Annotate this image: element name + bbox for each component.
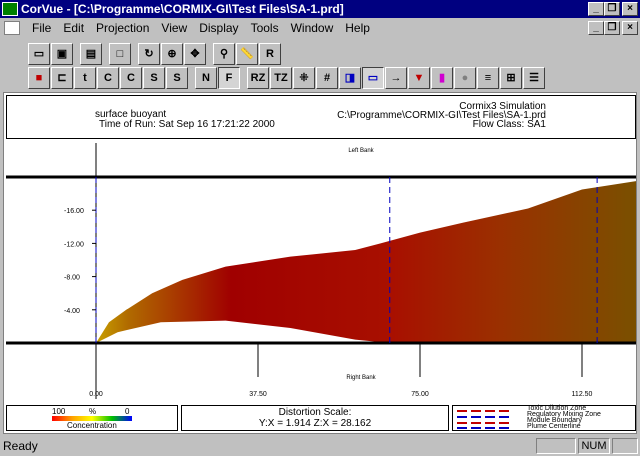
distortion-values: Y:X = 1.914 Z:X = 28.162: [258, 418, 372, 429]
zoom-in-icon[interactable]: ⊕: [161, 43, 183, 65]
y-tick-label-1: -12.00: [64, 241, 84, 248]
title-bar: CorVue - [C:\Programme\CORMIX-GI\Test Fi…: [0, 0, 640, 18]
layers-icon[interactable]: ◨: [339, 67, 361, 89]
rz-button[interactable]: RZ: [247, 67, 269, 89]
status-text: Ready: [3, 439, 38, 453]
open-icon[interactable]: ▭: [28, 43, 50, 65]
plume-area: [96, 181, 636, 343]
menu-projection[interactable]: Projection: [90, 21, 155, 35]
zone-key-box: Toxic Dilution Zone Regulatory Mixing Zo…: [452, 405, 636, 431]
save-icon[interactable]: ▣: [51, 43, 73, 65]
status-bar: Ready NUM: [0, 436, 640, 456]
status-panel-caps: [536, 438, 576, 454]
distortion-title: Distortion Scale:: [278, 407, 352, 418]
doc-restore-button[interactable]: ❐: [604, 21, 620, 35]
list-icon[interactable]: ≡: [477, 67, 499, 89]
toolbar-row-1: ▭ ▣ ▤ □ ↻ ⊕ ✥ ⚲ 📏 R: [28, 42, 282, 66]
sphere-icon[interactable]: ●: [454, 67, 476, 89]
menu-window[interactable]: Window: [285, 21, 340, 35]
far-field-button[interactable]: F: [218, 67, 240, 89]
y-tick-label-3: -4.00: [64, 308, 80, 315]
x-tick-label-0: 0.00: [89, 391, 103, 398]
coordinate-icon[interactable]: R: [259, 43, 281, 65]
arrow-icon[interactable]: →: [385, 67, 407, 89]
status-panel-num: NUM: [578, 438, 610, 454]
menu-view[interactable]: View: [155, 21, 193, 35]
flow-class: Flow Class: SA1: [472, 119, 546, 130]
x-tick-label-2: 75.00: [411, 391, 429, 398]
doc-minimize-button[interactable]: _: [588, 21, 604, 35]
window-icon[interactable]: □: [109, 43, 131, 65]
vxz-icon[interactable]: ⊞: [500, 67, 522, 89]
key-plume-centerline: Plume Centerline: [527, 423, 581, 430]
cx-icon[interactable]: C: [97, 67, 119, 89]
x-tick-label-3: 112.50: [572, 391, 593, 398]
plume-chart: -16.00 -12.00 -8.00 -4.00 Left Bank Right Ban…: [6, 143, 636, 399]
doc-close-button[interactable]: ×: [622, 21, 638, 35]
legend-area: 100 % 0 Concentration Distortion Scale: …: [6, 405, 636, 433]
ruler-icon[interactable]: 📏: [236, 43, 258, 65]
color-scale-icon[interactable]: ▮: [431, 67, 453, 89]
menu-bar: File Edit Projection View Display Tools …: [0, 18, 640, 38]
conc-max-label: 100: [52, 407, 66, 416]
close-button[interactable]: ×: [622, 2, 638, 16]
concentration-label: Concentration: [67, 421, 117, 430]
conc-unit-label: %: [89, 407, 97, 416]
plume-plot[interactable]: -16.00 -12.00 -8.00 -4.00 Left Bank Right Ban…: [6, 143, 636, 399]
menu-file[interactable]: File: [26, 21, 57, 35]
info-header: surface buoyant Time of Run: Sat Sep 16 …: [6, 95, 636, 139]
x-tick-label-1: 37.50: [249, 391, 267, 398]
plot-window: surface buoyant Time of Run: Sat Sep 16 …: [3, 92, 637, 434]
tz-button[interactable]: TZ: [270, 67, 292, 89]
scale-icon[interactable]: ⁜: [293, 67, 315, 89]
y-tick-label-2: -8.00: [64, 275, 80, 282]
cube-icon[interactable]: ■: [28, 67, 50, 89]
axes-icon[interactable]: ⊏: [51, 67, 73, 89]
time-of-run: Time of Run: Sat Sep 16 17:21:22 2000: [99, 119, 275, 130]
app-icon[interactable]: [2, 2, 18, 16]
near-field-button[interactable]: N: [195, 67, 217, 89]
sx-icon[interactable]: S: [143, 67, 165, 89]
rotate-icon[interactable]: ↻: [138, 43, 160, 65]
table-icon[interactable]: ☰: [523, 67, 545, 89]
toolbar-row-2: ■ ⊏ t C C S S N F RZ TZ ⁜ # ◨ ▭ → ▼ ▮ ● …: [28, 66, 546, 90]
filter-icon[interactable]: ▼: [408, 67, 430, 89]
magnify-icon[interactable]: ⚲: [213, 43, 235, 65]
concentration-legend: 100 % 0 Concentration: [6, 405, 178, 431]
status-panel-scrl: [612, 438, 638, 454]
tx-icon[interactable]: t: [74, 67, 96, 89]
print-icon[interactable]: ▤: [80, 43, 102, 65]
conc-min-label: 0: [125, 407, 130, 416]
sd-icon[interactable]: S: [166, 67, 188, 89]
right-bank-label: Right Bank: [346, 375, 376, 381]
y-tick-label-0: -16.00: [64, 208, 84, 215]
left-bank-label: Left Bank: [348, 148, 374, 154]
restore-button[interactable]: ❐: [604, 2, 620, 16]
app-window: CorVue - [C:\Programme\CORMIX-GI\Test Fi…: [0, 0, 640, 456]
grid-icon[interactable]: #: [316, 67, 338, 89]
zone-key-swatches: [457, 410, 511, 429]
menu-tools[interactable]: Tools: [245, 21, 285, 35]
menu-edit[interactable]: Edit: [57, 21, 90, 35]
pan-icon[interactable]: ✥: [184, 43, 206, 65]
cd-icon[interactable]: C: [120, 67, 142, 89]
outline-icon[interactable]: ▭: [362, 67, 384, 89]
menu-help[interactable]: Help: [339, 21, 376, 35]
window-title: CorVue - [C:\Programme\CORMIX-GI\Test Fi…: [21, 2, 344, 16]
menu-display[interactable]: Display: [193, 21, 244, 35]
minimize-button[interactable]: _: [588, 2, 604, 16]
document-icon[interactable]: [4, 21, 20, 35]
distortion-scale-box: Distortion Scale: Y:X = 1.914 Z:X = 28.1…: [181, 405, 449, 431]
